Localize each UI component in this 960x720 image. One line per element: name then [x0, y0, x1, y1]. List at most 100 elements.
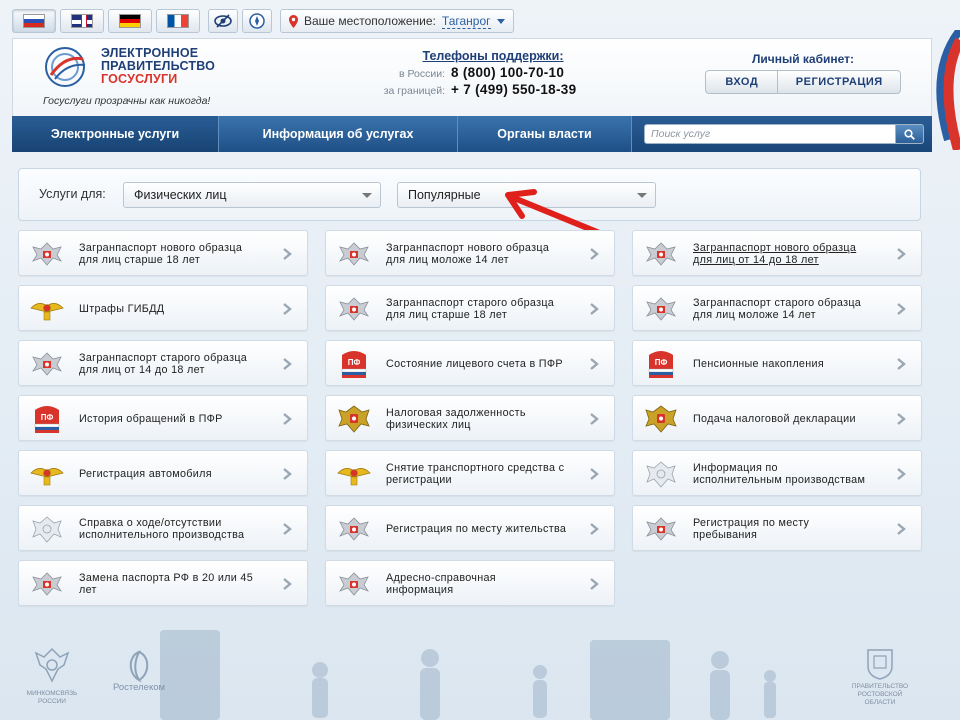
service-title: Налоговая задолженность физических лиц	[386, 396, 586, 442]
top-toolbar: Ваше местоположение: Таганрог	[12, 8, 514, 34]
service-title: Состояние лицевого счета в ПФР	[386, 341, 586, 387]
search-button[interactable]	[896, 124, 924, 144]
service-title-line-1: Загранпаспорт нового образца	[693, 241, 857, 254]
uk-flag-icon	[71, 14, 93, 28]
service-title: Снятие транспортного средства с регистрац…	[386, 451, 586, 497]
service-tile[interactable]: Загранпаспорт нового образца для лиц стар…	[18, 230, 308, 276]
search-input[interactable]: Поиск услуг	[644, 124, 896, 144]
location-selector[interactable]: Ваше местоположение: Таганрог	[280, 9, 514, 33]
language-en-button[interactable]	[60, 9, 104, 33]
phone-number-abroad: + 7 (499) 550-18-39	[451, 82, 577, 97]
rostov-gov-line-3: ОБЛАСТИ	[864, 699, 896, 706]
service-title-line-2: информация	[386, 584, 454, 596]
eagle-emblem-icon	[31, 242, 63, 266]
service-tile[interactable]: Налоговая задолженность физических лиц	[325, 395, 615, 441]
language-de-button[interactable]	[108, 9, 152, 33]
language-ru-button[interactable]	[12, 9, 56, 33]
service-tile[interactable]: Информация по исполнительным производства…	[632, 450, 922, 496]
service-title-line-2: исполнительным производствам	[693, 474, 866, 486]
chevron-down-icon	[362, 193, 372, 198]
service-title-line-1: Подача налоговой декларации	[693, 412, 856, 425]
rostov-gov-line-1: ПРАВИТЕЛЬСТВО	[851, 683, 909, 690]
support-phones: Телефоны поддержки: в России: 8 (800) 10…	[363, 49, 603, 97]
service-title-line-1: Адресно-справочная	[386, 571, 496, 584]
service-tile[interactable]: ПФ История обращений в ПФР	[18, 395, 308, 441]
service-tile[interactable]: Загранпаспорт старого образца для лиц ста…	[325, 285, 615, 331]
chevron-right-icon	[283, 413, 292, 425]
location-city[interactable]: Таганрог	[441, 14, 491, 29]
support-title[interactable]: Телефоны поддержки:	[383, 49, 603, 63]
search-icon	[904, 128, 915, 140]
service-tile[interactable]: ПФ Пенсионные накопления	[632, 340, 922, 386]
gibdd-eagle-icon	[30, 468, 64, 486]
nav-electronic-services[interactable]: Электронные услуги	[12, 116, 219, 152]
location-label: Ваше местоположение:	[304, 14, 436, 28]
gosuslugi-emblem-icon	[45, 47, 86, 87]
service-tile[interactable]: Подача налоговой декларации	[632, 395, 922, 441]
rostov-coat-of-arms-icon	[867, 649, 893, 680]
nav-service-info[interactable]: Информация об услугах	[219, 116, 458, 152]
chevron-right-icon	[897, 303, 906, 315]
french-flag-icon	[167, 14, 189, 28]
service-title-line-2: физических лиц	[386, 419, 471, 431]
compass-button[interactable]	[242, 9, 272, 33]
service-title-line-1: Снятие транспортного средства с	[386, 461, 565, 474]
chevron-right-icon	[283, 578, 292, 590]
register-button[interactable]: РЕГИСТРАЦИЯ	[777, 71, 900, 93]
service-title-line-1: Регистрация по месту	[693, 516, 810, 529]
service-title-line-1: Загранпаспорт нового образца	[386, 241, 550, 254]
compass-icon	[249, 13, 265, 29]
service-title-line-1: Налоговая задолженность	[386, 406, 526, 419]
tax-eagle-icon	[645, 405, 677, 433]
service-tile[interactable]: Справка о ходе/отсутствии исполнительного…	[18, 505, 308, 551]
category-select-value: Популярные	[408, 188, 481, 202]
cabinet-title: Личный кабинет:	[751, 52, 855, 66]
chevron-right-icon	[283, 248, 292, 260]
login-button[interactable]: ВХОД	[706, 71, 777, 93]
minsvyaz-line-1: МИНКОМСВЯЗЬ	[26, 690, 78, 697]
service-title-line-1: Загранпаспорт старого образца	[693, 296, 862, 309]
minsvyaz-logo[interactable]: МИНКОМСВЯЗЬ РОССИИ	[22, 643, 82, 706]
service-tile[interactable]: Загранпаспорт старого образца для лиц мол…	[632, 285, 922, 331]
chevron-right-icon	[590, 413, 599, 425]
phone-label-abroad: за границей:	[383, 85, 445, 97]
service-tile[interactable]: Адресно-справочная информация	[325, 560, 615, 606]
eye-icon	[214, 14, 232, 28]
service-title: Информация по исполнительным производства…	[693, 451, 893, 497]
service-tile[interactable]: ПФ Состояние лицевого счета в ПФР	[325, 340, 615, 386]
search-box: Поиск услуг	[632, 116, 932, 152]
service-title-line-1: Состояние лицевого счета в ПФР	[386, 357, 563, 370]
rostov-government-logo[interactable]: ПРАВИТЕЛЬСТВО РОСТОВСКОЙ ОБЛАСТИ	[842, 646, 918, 707]
gosuslugi-logo[interactable]	[41, 45, 93, 89]
chevron-right-icon	[283, 523, 292, 535]
service-title: Адресно-справочная информация	[386, 561, 586, 607]
chevron-right-icon	[590, 578, 599, 590]
service-title-line-2: для лиц моложе 14 лет	[693, 309, 816, 321]
nav-authorities[interactable]: Органы власти	[458, 116, 632, 152]
service-tile[interactable]: Снятие транспортного средства с регистрац…	[325, 450, 615, 496]
service-tile[interactable]: Замена паспорта РФ в 20 или 45 лет	[18, 560, 308, 606]
service-tile[interactable]: Загранпаспорт старого образца для лиц от …	[18, 340, 308, 386]
service-title: Справка о ходе/отсутствии исполнительного…	[79, 506, 279, 552]
chevron-right-icon	[590, 358, 599, 370]
service-tile[interactable]: Загранпаспорт нового образца для лиц моло…	[325, 230, 615, 276]
service-tile[interactable]: Регистрация по месту пребывания	[632, 505, 922, 551]
brand-name: ЭЛЕКТРОННОЕ ПРАВИТЕЛЬСТВО ГОСУСЛУГИ	[101, 47, 215, 86]
visually-impaired-button[interactable]	[208, 9, 238, 33]
eagle-emblem-icon	[645, 517, 677, 541]
rostelecom-logo[interactable]: Ростелеком	[104, 650, 174, 692]
map-pin-icon	[289, 14, 298, 28]
service-tile[interactable]: Загранпаспорт нового образца для лиц от 1…	[632, 230, 922, 276]
service-tile[interactable]: Регистрация по месту жительства	[325, 505, 615, 551]
svg-text:ПФ: ПФ	[41, 413, 54, 422]
service-title-line-1: Информация по	[693, 461, 778, 474]
service-tile[interactable]: Штрафы ГИБДД	[18, 285, 308, 331]
audience-select[interactable]: Физических лиц	[123, 182, 381, 208]
chevron-right-icon	[897, 248, 906, 260]
language-fr-button[interactable]	[156, 9, 200, 33]
pfr-logo-icon: ПФ	[648, 351, 674, 378]
service-title: История обращений в ПФР	[79, 396, 279, 442]
service-title-line-1: Загранпаспорт нового образца	[79, 241, 243, 254]
svg-text:ПФ: ПФ	[655, 358, 668, 367]
service-tile[interactable]: Регистрация автомобиля	[18, 450, 308, 496]
